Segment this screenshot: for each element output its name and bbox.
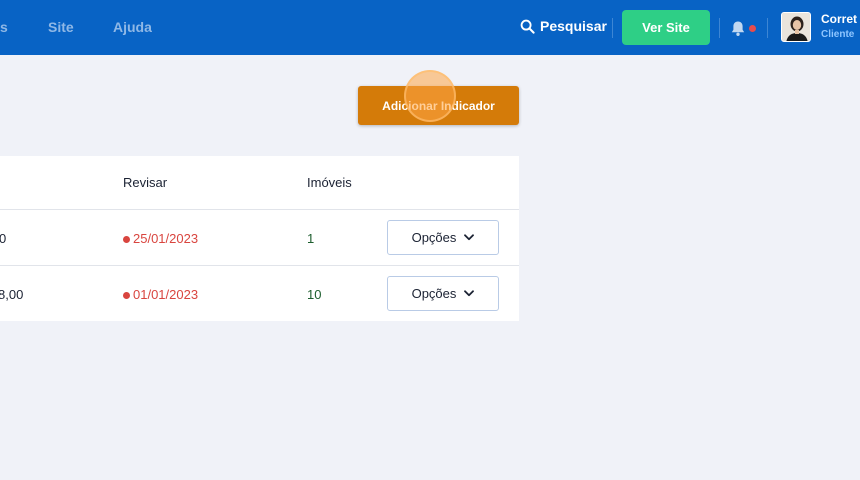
avatar[interactable] (781, 12, 811, 42)
header-review: Revisar (123, 175, 168, 190)
value-cell: 8,00 (0, 287, 24, 302)
value-cell: 0 (0, 231, 7, 246)
options-label: Opções (411, 230, 457, 245)
table-row: 8,00 01/01/2023 10 Opções (0, 266, 519, 322)
overdue-dot-icon (123, 235, 130, 243)
view-site-button[interactable]: Ver Site (622, 10, 710, 45)
search-icon (520, 19, 535, 34)
review-date-text: 25/01/2023 (133, 231, 199, 246)
divider (612, 18, 613, 38)
options-button[interactable]: Opções (387, 276, 499, 311)
nav-item-truncated[interactable]: s (0, 19, 8, 35)
divider (767, 18, 768, 38)
bell-icon[interactable] (730, 20, 746, 37)
user-role: Cliente (821, 29, 855, 40)
properties-count: 10 (307, 287, 322, 302)
review-date: 01/01/2023 (123, 288, 198, 302)
properties-count: 1 (307, 231, 315, 246)
review-date-text: 01/01/2023 (133, 287, 199, 302)
table-row: 0 25/01/2023 1 Opções (0, 210, 519, 266)
notification-dot (749, 25, 756, 32)
indicators-table: Revisar Imóveis 0 25/01/2023 1 Opções 8,… (0, 156, 519, 321)
options-label: Opções (411, 286, 457, 301)
search-label: Pesquisar (540, 18, 607, 34)
table-header: Revisar Imóveis (0, 156, 519, 210)
add-indicator-button[interactable]: Adicionar Indicador (358, 86, 519, 125)
user-photo (782, 13, 810, 41)
header-properties: Imóveis (307, 175, 352, 190)
chevron-down-icon (464, 290, 475, 297)
user-name[interactable]: Corret (821, 12, 857, 26)
options-button[interactable]: Opções (387, 220, 499, 255)
overdue-dot-icon (123, 291, 130, 299)
nav-item-ajuda[interactable]: Ajuda (113, 19, 152, 35)
chevron-down-icon (464, 234, 475, 241)
search-button[interactable]: Pesquisar (520, 18, 607, 34)
review-date: 25/01/2023 (123, 232, 198, 246)
top-navigation-bar: s Site Ajuda Pesquisar Ver Site Corret C… (0, 0, 860, 55)
divider (719, 18, 720, 38)
nav-item-site[interactable]: Site (48, 19, 74, 35)
